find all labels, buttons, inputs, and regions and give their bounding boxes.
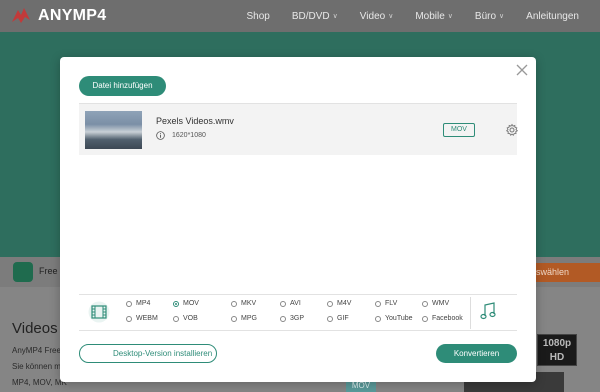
format-label: 3GP xyxy=(290,315,305,322)
format-option-mov[interactable]: MOV xyxy=(173,300,199,307)
format-option-mkv[interactable]: MKV xyxy=(231,300,256,307)
radio-icon xyxy=(422,315,428,322)
format-label: YouTube xyxy=(385,315,413,322)
radio-icon xyxy=(173,315,179,322)
radio-icon xyxy=(422,300,428,307)
format-option-m4v[interactable]: M4V xyxy=(327,300,351,307)
main-nav: Shop BD/DVD ∨ Video ∨ Mobile ∨ Büro ∨ Anleitungen xyxy=(236,0,590,32)
hd-badge: 1080p HD xyxy=(537,334,577,366)
radio-icon xyxy=(327,315,333,322)
output-format-badge[interactable]: MOV xyxy=(443,123,475,137)
chevron-down-icon: ∨ xyxy=(499,13,505,20)
nav-label: Mobile xyxy=(415,10,445,22)
nav-item-b-ro[interactable]: Büro ∨ xyxy=(464,11,515,22)
brand-name: ANYMP4 xyxy=(38,7,107,24)
format-label: WEBM xyxy=(136,315,158,322)
nav-item-mobile[interactable]: Mobile ∨ xyxy=(404,11,464,22)
add-file-button[interactable]: Datei hinzufügen xyxy=(79,76,166,96)
convert-button[interactable]: Konvertieren xyxy=(436,344,517,363)
radio-icon xyxy=(327,300,333,307)
chevron-down-icon: ∨ xyxy=(388,13,394,20)
top-navbar: ANYMP4 Shop BD/DVD ∨ Video ∨ Mobile ∨ Büro ∨ Anle… xyxy=(0,0,600,32)
format-label: M4V xyxy=(337,300,352,307)
format-option-mpg[interactable]: MPG xyxy=(231,315,257,322)
format-option-facebook[interactable]: Facebook xyxy=(422,315,463,322)
file-name: Pexels Videos.wmv xyxy=(156,116,234,126)
section-paragraph: Sie können me xyxy=(12,362,66,371)
nav-item-video[interactable]: Video ∨ xyxy=(349,11,405,22)
nav-item-shop[interactable]: Shop xyxy=(236,11,281,22)
install-desktop-button[interactable]: Desktop-Version installieren xyxy=(79,344,217,363)
nav-item-anleitungen[interactable]: Anleitungen xyxy=(515,11,590,22)
format-label: MOV xyxy=(183,300,199,307)
format-option-3gp[interactable]: 3GP xyxy=(280,315,304,322)
format-label: MP4 xyxy=(136,300,151,307)
nav-label: Video xyxy=(359,10,386,22)
chevron-down-icon: ∨ xyxy=(447,13,453,20)
format-label: MKV xyxy=(241,300,257,307)
dragon-logo-icon xyxy=(12,8,30,23)
product-icon xyxy=(13,262,33,282)
radio-icon xyxy=(231,300,237,307)
format-option-mp4[interactable]: MP4 xyxy=(126,300,150,307)
radio-icon xyxy=(280,300,286,307)
format-option-youtube[interactable]: YouTube xyxy=(375,315,413,322)
file-list-item: Pexels Videos.wmv 1620*1080 MOV xyxy=(79,103,519,155)
info-icon[interactable] xyxy=(156,131,165,140)
chevron-down-icon: ∨ xyxy=(332,13,338,20)
video-thumbnail xyxy=(85,111,142,149)
format-label: FLV xyxy=(385,300,398,307)
format-selector: MP4 MOV MKV AVI M4V FLV WMV WEBM VOB MPG 3GP GIF You… xyxy=(79,294,517,331)
radio-icon xyxy=(375,300,381,307)
radio-icon xyxy=(126,315,132,322)
format-label: Facebook xyxy=(432,315,463,322)
radio-icon xyxy=(231,315,237,322)
nav-label: Anleitungen xyxy=(526,10,579,22)
format-label: AVI xyxy=(290,300,301,307)
format-option-webm[interactable]: WEBM xyxy=(126,315,158,322)
format-label: MPG xyxy=(241,315,257,322)
file-resolution: 1620*1080 xyxy=(172,132,206,139)
brand-logo[interactable]: ANYMP4 xyxy=(10,6,106,26)
nav-label: Shop xyxy=(246,10,270,22)
nav-item-bd-dvd[interactable]: BD/DVD ∨ xyxy=(281,11,349,22)
converter-dialog: Datei hinzufügen Pexels Videos.wmv 1620*… xyxy=(60,57,536,382)
close-icon[interactable] xyxy=(514,62,530,78)
radio-icon xyxy=(173,300,179,307)
format-option-vob[interactable]: VOB xyxy=(173,315,198,322)
music-note-icon[interactable] xyxy=(480,301,496,323)
format-label: WMV xyxy=(432,300,450,307)
radio-icon xyxy=(126,300,132,307)
radio-icon xyxy=(280,315,286,322)
format-option-gif[interactable]: GIF xyxy=(327,315,349,322)
nav-label: BD/DVD xyxy=(291,10,330,22)
format-option-wmv[interactable]: WMV xyxy=(422,300,449,307)
format-option-avi[interactable]: AVI xyxy=(280,300,301,307)
radio-icon xyxy=(375,315,381,322)
format-option-flv[interactable]: FLV xyxy=(375,300,397,307)
format-label: VOB xyxy=(183,315,198,322)
format-label: GIF xyxy=(337,315,349,322)
settings-gear-icon[interactable] xyxy=(505,123,519,137)
section-paragraph: MP4, MOV, MK xyxy=(12,378,67,387)
video-film-icon xyxy=(88,301,110,323)
nav-label: Büro xyxy=(474,10,497,22)
divider xyxy=(470,297,471,329)
